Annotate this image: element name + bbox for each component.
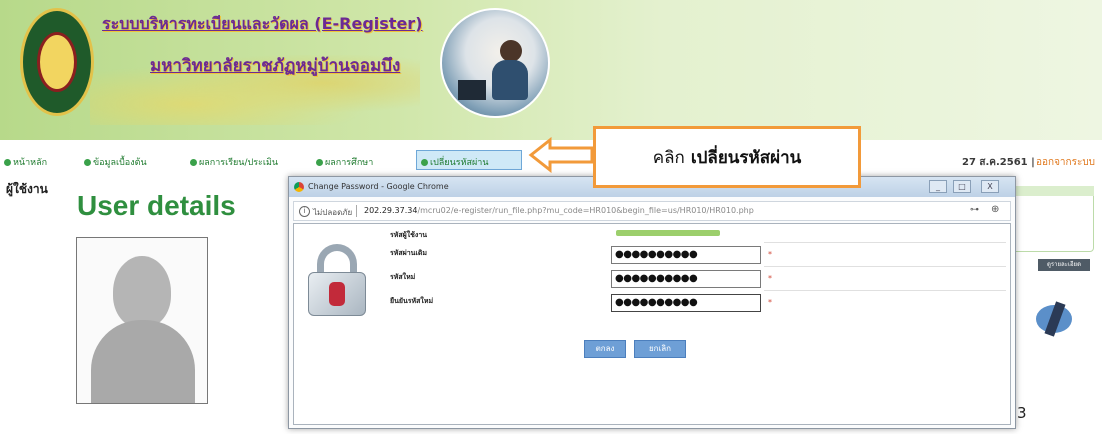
- avatar: [76, 237, 208, 404]
- cancel-button[interactable]: ยกเลิก: [634, 340, 686, 358]
- address-separator: [356, 205, 357, 217]
- university-name: มหาวิทยาลัยราชภัฏหมู่บ้านจอมบึง: [150, 56, 401, 76]
- required-mark: *: [768, 298, 772, 307]
- system-title: ระบบบริหารทะเบียนและวัดผล (E-Register): [102, 14, 423, 33]
- page-title: User details: [77, 190, 236, 221]
- page-url[interactable]: 202.29.37.34/mcru02/e-register/run_file.…: [364, 206, 754, 215]
- new-password-label: รหัสใหม่: [390, 273, 416, 281]
- chrome-icon: [294, 182, 304, 192]
- required-mark: *: [768, 274, 772, 283]
- close-button[interactable]: X: [981, 180, 999, 193]
- callout-prefix: คลิก: [652, 147, 685, 168]
- required-mark: *: [768, 250, 772, 259]
- row-divider: [764, 290, 1006, 291]
- banner-photo: [440, 8, 550, 118]
- nav-item-basic-info[interactable]: ข้อมูลเบื้องต้น: [84, 155, 147, 169]
- change-password-window: Change Password - Google Chrome _ □ X i …: [288, 176, 1016, 429]
- home-icon: [4, 159, 11, 166]
- nav-item-change-password[interactable]: เปลี่ยนรหัสผ่าน: [416, 150, 522, 170]
- username-value: [616, 230, 720, 236]
- current-date: 27 ส.ค.2561 |: [962, 157, 1035, 168]
- old-password-field[interactable]: ●●●●●●●●●●: [611, 246, 761, 264]
- confirm-password-label: ยืนยันรหัสใหม่: [390, 297, 434, 305]
- username-label: รหัสผู้ใช้งาน: [390, 231, 428, 239]
- ok-button[interactable]: ตกลง: [584, 340, 626, 358]
- row-divider: [764, 242, 1006, 243]
- details-button[interactable]: ดูรายละเอียด: [1038, 259, 1090, 271]
- key-icon: [421, 159, 428, 166]
- nav-item-grades[interactable]: ผลการเรียน/ประเมิน: [190, 155, 278, 169]
- callout-bold: เปลี่ยนรหัสผ่าน: [690, 147, 802, 168]
- address-bar[interactable]: i ไม่ปลอดภัย 202.29.37.34/mcru02/e-regis…: [293, 201, 1011, 221]
- minimize-button[interactable]: _: [929, 180, 947, 193]
- results-icon: [316, 159, 323, 166]
- grades-icon: [190, 159, 197, 166]
- background-digit: 3: [1017, 404, 1027, 422]
- row-divider: [764, 266, 1006, 267]
- logout-link[interactable]: ออกจากระบบ: [1036, 155, 1095, 170]
- left-arrow-icon: [528, 137, 594, 173]
- padlock-icon: [308, 244, 366, 316]
- change-password-form: รหัสผู้ใช้งาน รหัสผ่านเดิม ●●●●●●●●●● * …: [293, 223, 1011, 425]
- window-title: Change Password - Google Chrome: [308, 182, 449, 191]
- instruction-callout: คลิก เปลี่ยนรหัสผ่าน: [593, 126, 861, 188]
- confirm-password-field[interactable]: ●●●●●●●●●●: [611, 294, 761, 312]
- info-card-header: [1012, 186, 1094, 196]
- new-password-field[interactable]: ●●●●●●●●●●: [611, 270, 761, 288]
- university-logo: [20, 8, 94, 116]
- nav-item-results[interactable]: ผลการศึกษา: [316, 155, 373, 169]
- zoom-icon[interactable]: ⊕: [991, 204, 999, 215]
- nav-item-home[interactable]: หน้าหลัก: [4, 155, 47, 169]
- user-label: ผู้ใช้งาน: [6, 182, 48, 196]
- old-password-label: รหัสผ่านเดิม: [390, 249, 428, 257]
- info-icon: [84, 159, 91, 166]
- header-banner: ระบบบริหารทะเบียนและวัดผล (E-Register) ม…: [0, 0, 1102, 140]
- key-icon[interactable]: ⊶: [970, 205, 979, 215]
- not-secure-label: ไม่ปลอดภัย: [313, 208, 353, 217]
- maximize-button[interactable]: □: [953, 180, 971, 193]
- info-circle-icon[interactable]: i: [299, 206, 310, 217]
